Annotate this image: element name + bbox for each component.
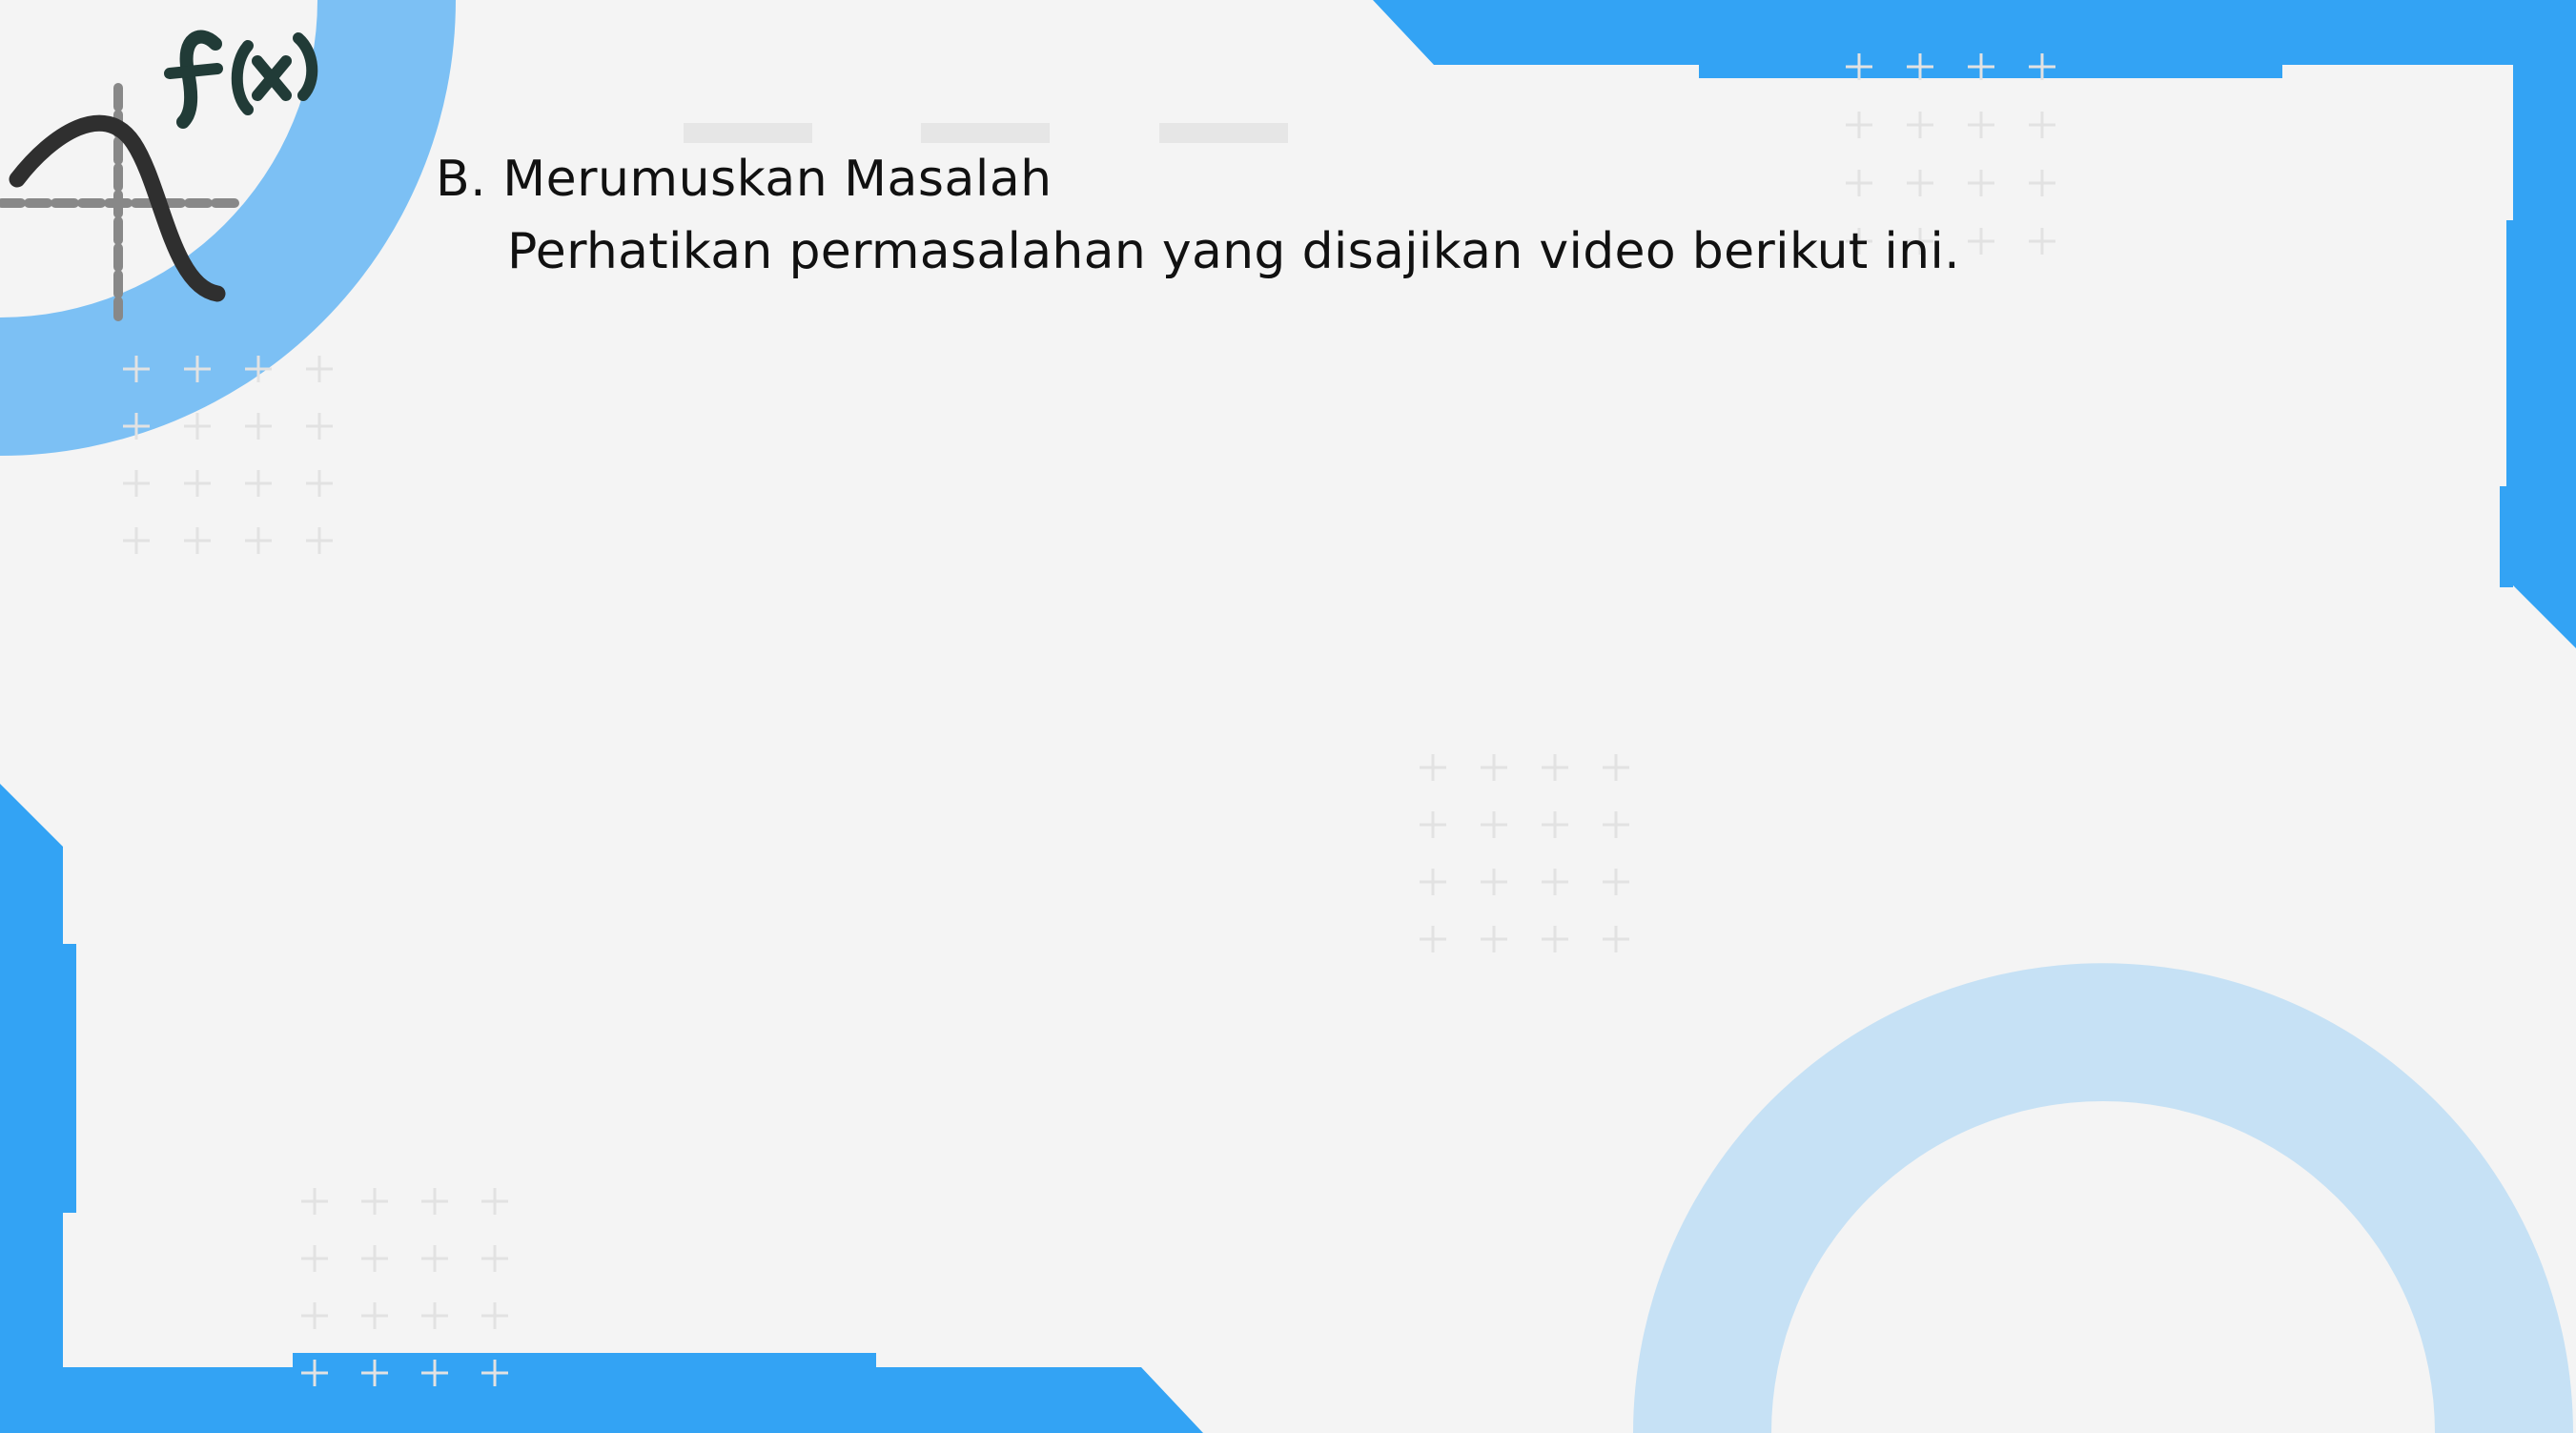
plus-mark xyxy=(1603,811,1629,838)
plus-mark xyxy=(306,413,333,440)
plus-mark xyxy=(2029,228,2055,255)
plus-mark xyxy=(1481,811,1507,838)
plus-mark xyxy=(421,1245,448,1272)
section-heading: B. Merumuskan Masalah xyxy=(436,151,1053,208)
plus-mark xyxy=(245,470,272,497)
plus-mark xyxy=(481,1188,508,1215)
plus-mark xyxy=(1968,228,1994,255)
plus-mark xyxy=(1420,926,1446,952)
plus-mark xyxy=(1542,754,1568,781)
plus-mark xyxy=(245,527,272,554)
plus-mark xyxy=(1420,869,1446,895)
plus-mark xyxy=(306,527,333,554)
plus-mark xyxy=(1420,811,1446,838)
plus-mark xyxy=(1907,112,1933,138)
plus-mark xyxy=(245,413,272,440)
plus-mark xyxy=(481,1302,508,1329)
plus-mark xyxy=(481,1245,508,1272)
plus-mark xyxy=(306,470,333,497)
plus-mark xyxy=(421,1188,448,1215)
plus-mark xyxy=(2029,112,2055,138)
plus-mark xyxy=(301,1245,328,1272)
plus-mark xyxy=(184,527,211,554)
plus-mark xyxy=(1542,811,1568,838)
top-left-ring xyxy=(0,0,456,456)
plus-mark xyxy=(306,356,333,382)
top-right-frame xyxy=(1373,0,2576,648)
plus-mark xyxy=(1968,112,1994,138)
plus-mark xyxy=(123,470,150,497)
plus-mark xyxy=(1603,754,1629,781)
plus-mark xyxy=(1603,869,1629,895)
plus-mark xyxy=(2029,170,2055,196)
slide: B. Merumuskan Masalah Perhatikan permasa… xyxy=(0,0,2576,1433)
top-dashes xyxy=(684,123,1288,143)
plus-mark xyxy=(361,1245,388,1272)
bottom-right-ring xyxy=(1633,963,2573,1433)
plus-mark xyxy=(1481,869,1507,895)
bottom-left-frame xyxy=(0,784,1203,1433)
plus-mark xyxy=(1481,926,1507,952)
plus-mark xyxy=(1420,754,1446,781)
plus-mark xyxy=(1846,170,1872,196)
plus-mark xyxy=(1542,926,1568,952)
plus-mark xyxy=(184,413,211,440)
plus-mark xyxy=(1481,754,1507,781)
plus-mark xyxy=(361,1302,388,1329)
background-decoration xyxy=(0,0,2576,1433)
plus-mark xyxy=(361,1188,388,1215)
plus-mark xyxy=(301,1188,328,1215)
plus-mark xyxy=(1542,869,1568,895)
plus-mark xyxy=(1846,112,1872,138)
plus-mark xyxy=(301,1302,328,1329)
problem-instruction: Perhatikan permasalahan yang disajikan v… xyxy=(507,223,1960,280)
plus-mark xyxy=(1968,170,1994,196)
plus-mark xyxy=(184,470,211,497)
plus-mark xyxy=(1603,926,1629,952)
plus-mark xyxy=(421,1302,448,1329)
plus-mark xyxy=(1907,170,1933,196)
plus-mark xyxy=(123,527,150,554)
